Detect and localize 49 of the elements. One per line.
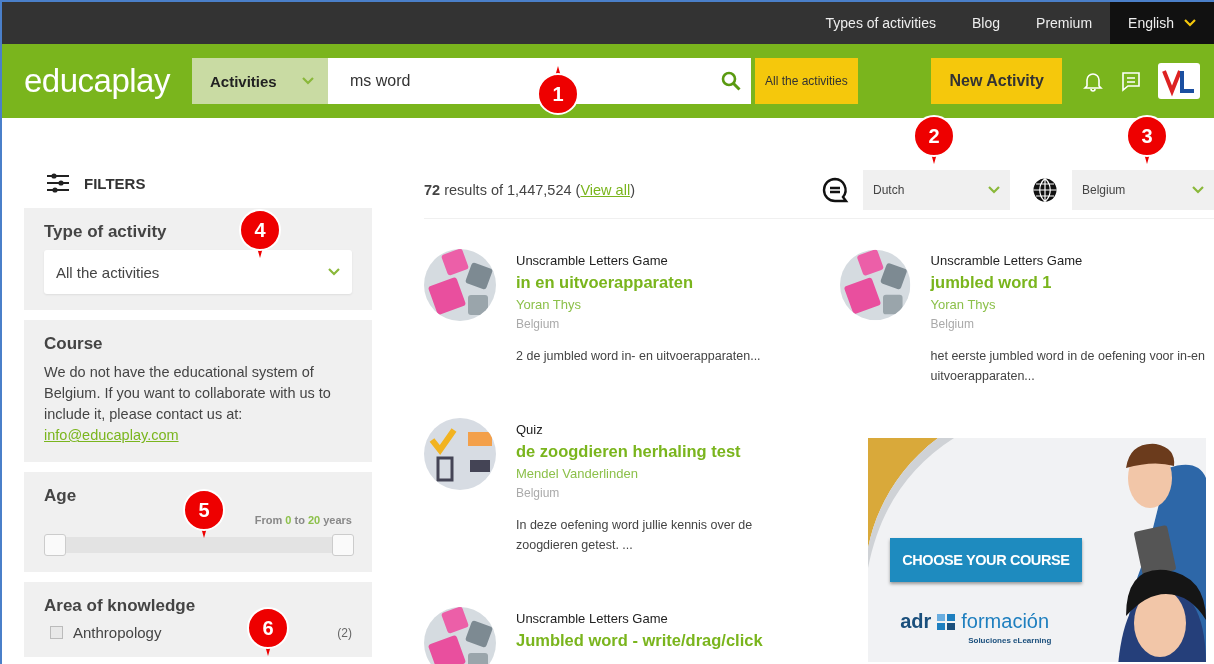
top-nav-link[interactable]: Blog xyxy=(954,2,1019,44)
filter-sliders-icon xyxy=(46,173,70,193)
activity-type: Unscramble Letters Game xyxy=(516,253,669,268)
chevron-icon xyxy=(328,268,340,276)
age-range-label: From 0 to 20 years xyxy=(254,514,352,527)
chevron-icon xyxy=(1184,19,1196,27)
all-activities-button[interactable]: All the activities xyxy=(755,58,858,104)
activity-type-dropdown[interactable]: All the activities xyxy=(44,250,352,294)
language-dropdown[interactable]: Dutch xyxy=(863,170,1010,210)
age-slider[interactable] xyxy=(44,534,352,557)
top-nav-link[interactable]: English xyxy=(1110,2,1214,44)
item-count: (2) xyxy=(337,625,352,640)
chevron-icon xyxy=(1192,186,1204,194)
filter-title: Age xyxy=(44,486,77,507)
choose-course-button[interactable]: CHOOSE YOUR COURSE xyxy=(890,538,1082,582)
chat-icon[interactable] xyxy=(1120,70,1142,92)
author-country: Belgium xyxy=(516,317,561,331)
globe-icon xyxy=(1032,177,1058,203)
search-icon[interactable] xyxy=(721,71,741,91)
checkbox-label: Anthropology xyxy=(73,624,162,642)
filters-title: FILTERS xyxy=(84,174,146,192)
results-summary: 72 results of 1,447,524 (View all) xyxy=(424,182,636,198)
filter-title: Course xyxy=(44,334,103,354)
country-dropdown[interactable]: Belgium xyxy=(1072,170,1214,210)
avatar-icon[interactable] xyxy=(1158,63,1200,99)
author-country: Belgium xyxy=(930,317,975,331)
brand-tagline: Soluciones eLearning xyxy=(968,636,1052,645)
activity-type: Unscramble Letters Game xyxy=(930,253,1084,268)
activity-description: 2 de jumbled word in- en uitvoerapparaten... xyxy=(516,348,761,365)
speech-bubble-icon xyxy=(821,176,849,204)
top-nav-link[interactable]: Premium xyxy=(1018,2,1111,44)
category-dropdown[interactable]: Activities xyxy=(192,58,328,104)
checkbox[interactable] xyxy=(50,626,63,640)
activity-type: Unscramble Letters Game xyxy=(516,611,669,626)
new-activity-button[interactable]: New Activity xyxy=(931,58,1062,104)
activity-description: In deze oefening word jullie kennis over de zoogdieren getest. ... xyxy=(516,517,754,554)
filter-title: Area of knowledge xyxy=(44,596,196,617)
bell-icon[interactable] xyxy=(1082,70,1104,92)
squares-logo-icon xyxy=(937,613,956,630)
chevron-icon xyxy=(302,77,314,85)
course-notice: We do not have the educational system of Belgium. If you want to collaborate with us to include it, please contact us at: info@educaplay.com xyxy=(44,363,332,446)
activity-description: het eerste jumbled word in de oefening voor in-en uitvoerapparaten... xyxy=(930,348,1206,385)
top-nav-link[interactable]: Types of activities xyxy=(807,2,955,44)
author-country: Belgium xyxy=(516,486,561,500)
filter-title: Type of activity xyxy=(44,222,167,242)
brand-name: adr xyxy=(900,610,932,633)
activity-type: Quiz xyxy=(516,422,544,437)
brand-name: formación xyxy=(961,610,1050,633)
chevron-icon xyxy=(988,186,1000,194)
